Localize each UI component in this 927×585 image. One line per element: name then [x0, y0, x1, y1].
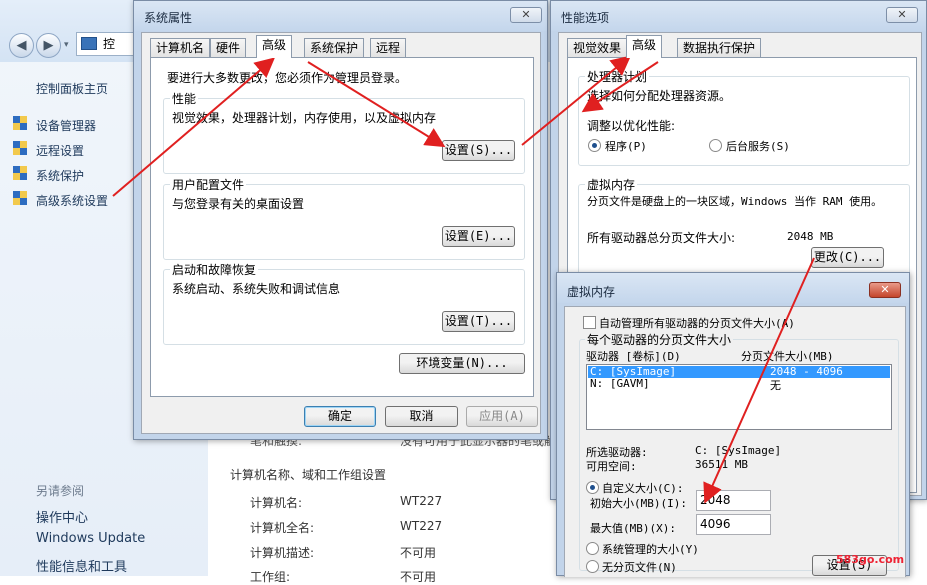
- annotation-arrows: [112, 55, 815, 504]
- arrow-to-advanced-tab: [112, 57, 276, 197]
- arrow-to-processor-group: [581, 61, 659, 113]
- arrow-to-perf-advanced-tab: [521, 55, 632, 146]
- tab-advanced[interactable]: 高级: [256, 35, 293, 58]
- watermark-text: 583go.com: [836, 553, 905, 566]
- arrow-to-initial-size: [703, 257, 815, 504]
- tab-advanced[interactable]: 高级: [626, 35, 663, 58]
- arrow-to-performance-settings: [307, 61, 446, 148]
